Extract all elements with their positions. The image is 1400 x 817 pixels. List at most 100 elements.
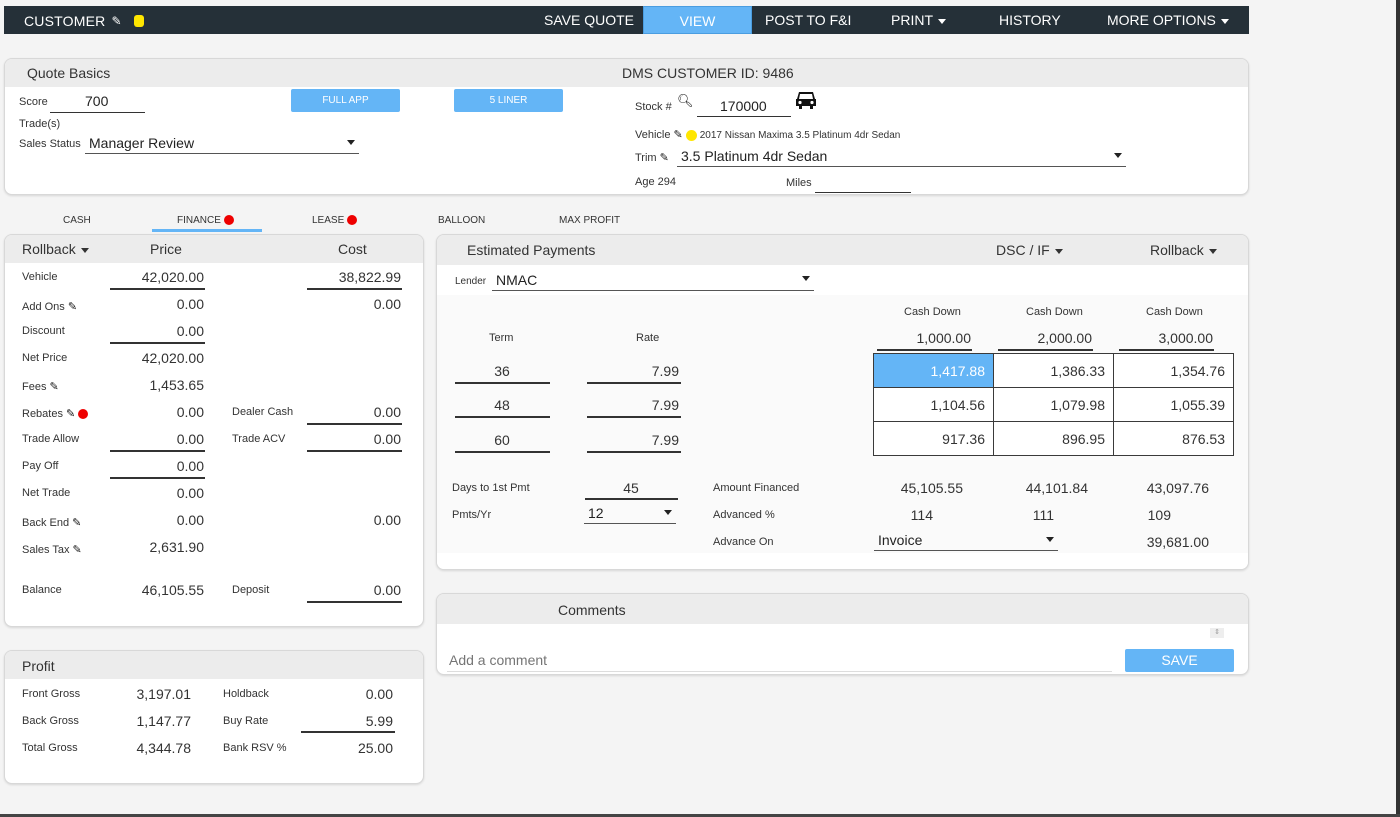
days-to-first-payment-input[interactable]: 45 [585, 480, 677, 496]
stock-number-input[interactable]: 170000 [720, 98, 767, 114]
caret-down-icon [1208, 248, 1217, 254]
payment-cell[interactable]: 917.36 [873, 421, 994, 456]
payment-cell[interactable]: 1,354.76 [1113, 353, 1234, 388]
comments-header: Comments [437, 594, 1248, 624]
tab-balloon[interactable]: BALLOON [438, 215, 485, 226]
vehicle-cost-input[interactable]: 38,822.99 [307, 269, 401, 285]
payment-cell[interactable]: 1,386.33 [993, 353, 1114, 388]
vehicle-description: 2017 Nissan Maxima 3.5 Platinum 4dr Seda… [699, 130, 901, 141]
payment-cell[interactable]: 876.53 [1113, 421, 1234, 456]
tab-max-profit[interactable]: MAX PROFIT [559, 215, 620, 226]
miles-input[interactable] [815, 192, 911, 193]
pencil-icon[interactable]: ✎ [72, 516, 81, 529]
trade-allow-input[interactable]: 0.00 [110, 431, 204, 447]
stock-label: Stock # [635, 101, 672, 113]
alert-dot-icon [347, 215, 358, 226]
cash-down-input-3[interactable]: 3,000.00 [1119, 330, 1214, 346]
deposit-input[interactable]: 0.00 [307, 582, 401, 598]
pencil-icon[interactable]: ✎ [660, 151, 669, 164]
lender-row: Lender NMAC [437, 265, 1248, 295]
term-header: Term [489, 332, 514, 344]
dealer-cash-label: Dealer Cash [232, 406, 294, 418]
pay-off-input[interactable]: 0.00 [110, 458, 204, 474]
pencil-icon[interactable]: ✎ [111, 14, 121, 28]
search-icon[interactable]: 🔍︎ [677, 93, 694, 109]
tab-lease[interactable]: LEASE [312, 215, 358, 226]
term-input-1[interactable]: 36 [455, 363, 549, 379]
pencil-icon[interactable]: ✎ [49, 380, 58, 393]
caret-down-icon [80, 247, 89, 253]
print-menu-button[interactable]: PRINT [891, 6, 946, 34]
back-end-price: 0.00 [176, 512, 204, 528]
rollback-menu[interactable]: Rollback [22, 241, 89, 257]
trade-acv-label: Trade ACV [232, 433, 286, 445]
full-app-button[interactable]: FULL APP [291, 89, 400, 112]
sales-tax-label: Sales Tax ✎ [22, 543, 82, 556]
score-input[interactable]: 700 [85, 93, 108, 109]
car-icon[interactable] [794, 89, 818, 116]
more-options-menu-button[interactable]: MORE OPTIONS [1107, 6, 1229, 34]
rate-input-2[interactable]: 7.99 [587, 397, 679, 413]
discount-input[interactable]: 0.00 [110, 323, 204, 339]
five-liner-button[interactable]: 5 LINER [454, 89, 563, 112]
rate-input-1[interactable]: 7.99 [587, 363, 679, 379]
pencil-icon[interactable]: ✎ [68, 300, 77, 313]
add-ons-text: Add Ons [22, 301, 65, 313]
trade-acv-input[interactable]: 0.00 [307, 431, 401, 447]
rebates-label: Rebates ✎ [22, 407, 89, 420]
pencil-icon[interactable]: ✎ [66, 407, 75, 420]
view-button[interactable]: VIEW [643, 6, 752, 34]
lender-select[interactable]: NMAC [492, 270, 814, 291]
dsc-if-menu[interactable]: DSC / IF [996, 242, 1063, 258]
caret-down-icon [938, 18, 946, 24]
save-quote-button[interactable]: SAVE QUOTE [544, 6, 634, 34]
age-label: Age 294 [635, 176, 676, 188]
dropdown-arrow-icon [1114, 153, 1122, 158]
cash-down-input-1[interactable]: 1,000.00 [877, 330, 972, 346]
tab-finance[interactable]: FINANCE [177, 215, 234, 226]
term-input-3[interactable]: 60 [455, 432, 549, 448]
payment-cell[interactable]: 1,417.88 [873, 353, 994, 388]
resize-spinner-icon[interactable]: ⇕ [1210, 628, 1224, 638]
payment-cell[interactable]: 1,104.56 [873, 387, 994, 422]
rate-input-3[interactable]: 7.99 [587, 432, 679, 448]
add-ons-cost: 0.00 [373, 296, 401, 312]
pencil-icon[interactable]: ✎ [73, 543, 82, 556]
payments-per-year-label: Pmts/Yr [452, 509, 492, 521]
panel-footer [437, 553, 1248, 569]
trim-label-text: Trim [635, 152, 657, 164]
history-button[interactable]: HISTORY [999, 6, 1061, 34]
deposit-label: Deposit [232, 584, 270, 596]
buy-rate-input[interactable]: 5.99 [305, 713, 393, 729]
tab-cash[interactable]: CASH [63, 215, 91, 226]
dsc-if-label: DSC / IF [996, 242, 1050, 258]
save-comment-button[interactable]: SAVE [1125, 649, 1234, 672]
payment-cell[interactable]: 896.95 [993, 421, 1114, 456]
caret-down-icon [1054, 248, 1063, 254]
profit-header: Profit [5, 651, 423, 679]
underline [998, 349, 1093, 351]
total-gross-label: Total Gross [22, 742, 78, 754]
advance-on-select[interactable]: Invoice [874, 531, 1058, 551]
cash-down-input-2[interactable]: 2,000.00 [998, 330, 1093, 346]
comments-title: Comments [558, 602, 626, 618]
underline [587, 451, 681, 453]
comment-input[interactable] [447, 650, 1112, 672]
pencil-icon[interactable]: ✎ [673, 128, 682, 141]
add-ons-label: Add Ons ✎ [22, 300, 77, 313]
dropdown-arrow-icon [802, 276, 810, 281]
underline [455, 416, 550, 418]
term-input-2[interactable]: 48 [455, 397, 549, 413]
comments-panel: Comments ⇕ SAVE [436, 593, 1249, 675]
post-to-fi-button[interactable]: POST TO F&I [765, 6, 851, 34]
payments-rollback-menu[interactable]: Rollback [1150, 242, 1217, 258]
payment-cell[interactable]: 1,055.39 [1113, 387, 1234, 422]
payment-cell[interactable]: 1,079.98 [993, 387, 1114, 422]
net-price-label: Net Price [22, 352, 68, 364]
payments-per-year-select[interactable]: 12 [584, 504, 676, 524]
dealer-cash-input[interactable]: 0.00 [307, 404, 401, 420]
customer-menu[interactable]: CUSTOMER ✎ [24, 13, 144, 29]
sales-status-select[interactable]: Manager Review [85, 134, 359, 154]
trim-select[interactable]: 3.5 Platinum 4dr Sedan [677, 147, 1126, 167]
vehicle-price-input[interactable]: 42,020.00 [110, 269, 204, 285]
